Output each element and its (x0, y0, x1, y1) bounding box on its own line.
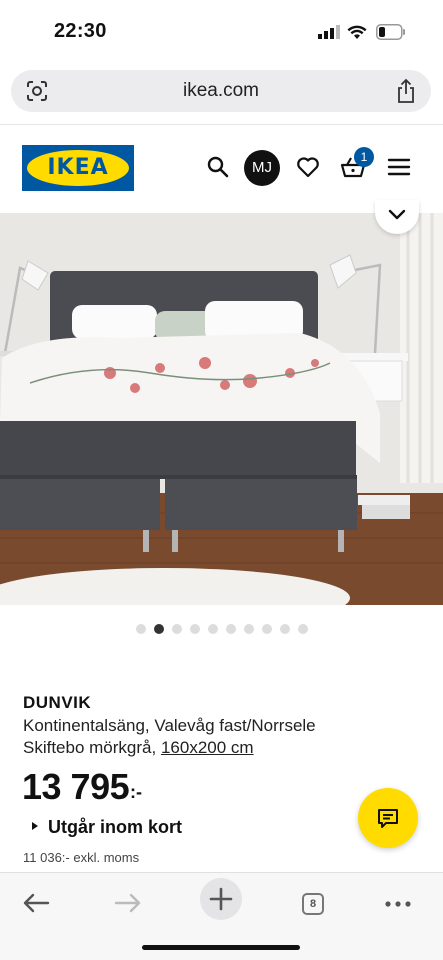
wifi-icon (347, 25, 367, 39)
forward-arrow-icon[interactable] (108, 883, 148, 923)
avatar[interactable]: MJ (244, 150, 280, 186)
home-indicator[interactable] (142, 945, 300, 950)
status-bar: 22:30 (0, 0, 443, 64)
bed-photo (0, 213, 443, 605)
ikea-logo[interactable]: IKEA (22, 145, 134, 191)
status-time: 22:30 (54, 20, 107, 42)
chat-icon (378, 809, 398, 828)
url-text[interactable]: ikea.com (11, 80, 431, 102)
tab-count: 8 (302, 893, 324, 915)
pagination-dot-active[interactable] (154, 624, 164, 634)
chevron-down-icon (388, 209, 406, 220)
battery-icon (376, 24, 405, 40)
pagination-dot[interactable] (298, 624, 308, 634)
new-tab-button[interactable] (200, 878, 242, 920)
product-name: DUNVIK (23, 693, 92, 712)
product-variant: Skiftebo mörkgrå, (23, 738, 161, 757)
pagination-dot[interactable] (208, 624, 218, 634)
heart-icon[interactable] (293, 152, 323, 182)
caret-right-icon (32, 822, 38, 831)
price-excl-vat: 11 036:- exkl. moms (23, 850, 140, 865)
cart-count-badge: 1 (354, 147, 374, 167)
pagination-dot[interactable] (136, 624, 146, 634)
price-suffix: :- (130, 782, 142, 802)
product-image[interactable] (0, 213, 443, 605)
product-description-cont: Skiftebo mörkgrå, 160x200 cm (23, 738, 254, 758)
pagination-dot[interactable] (262, 624, 272, 634)
pagination-dot[interactable] (244, 624, 254, 634)
address-bar[interactable]: ikea.com (11, 70, 431, 112)
pagination-dot[interactable] (172, 624, 182, 634)
share-icon[interactable] (395, 78, 417, 104)
pagination-dot[interactable] (190, 624, 200, 634)
back-arrow-icon[interactable] (16, 883, 56, 923)
availability-text: Utgår inom kort (48, 817, 183, 837)
menu-icon[interactable] (384, 152, 414, 182)
header-divider (0, 124, 443, 125)
image-pagination[interactable] (136, 624, 308, 634)
logo-wordmark: IKEA (47, 155, 109, 180)
product-description: Kontinentalsäng, Valevåg fast/Norrsele (23, 716, 316, 735)
tabs-button[interactable]: 8 (293, 883, 333, 923)
size-link[interactable]: 160x200 cm (161, 738, 254, 757)
cellular-signal-icon (318, 25, 340, 39)
search-icon[interactable] (203, 152, 233, 182)
more-icon[interactable] (378, 883, 418, 923)
pagination-dot[interactable] (280, 624, 290, 634)
plus-icon (209, 887, 233, 911)
chat-button[interactable] (358, 788, 418, 848)
product-price: 13 795 (22, 766, 130, 807)
pagination-dot[interactable] (226, 624, 236, 634)
availability-toggle[interactable]: Utgår inom kort (32, 817, 182, 838)
